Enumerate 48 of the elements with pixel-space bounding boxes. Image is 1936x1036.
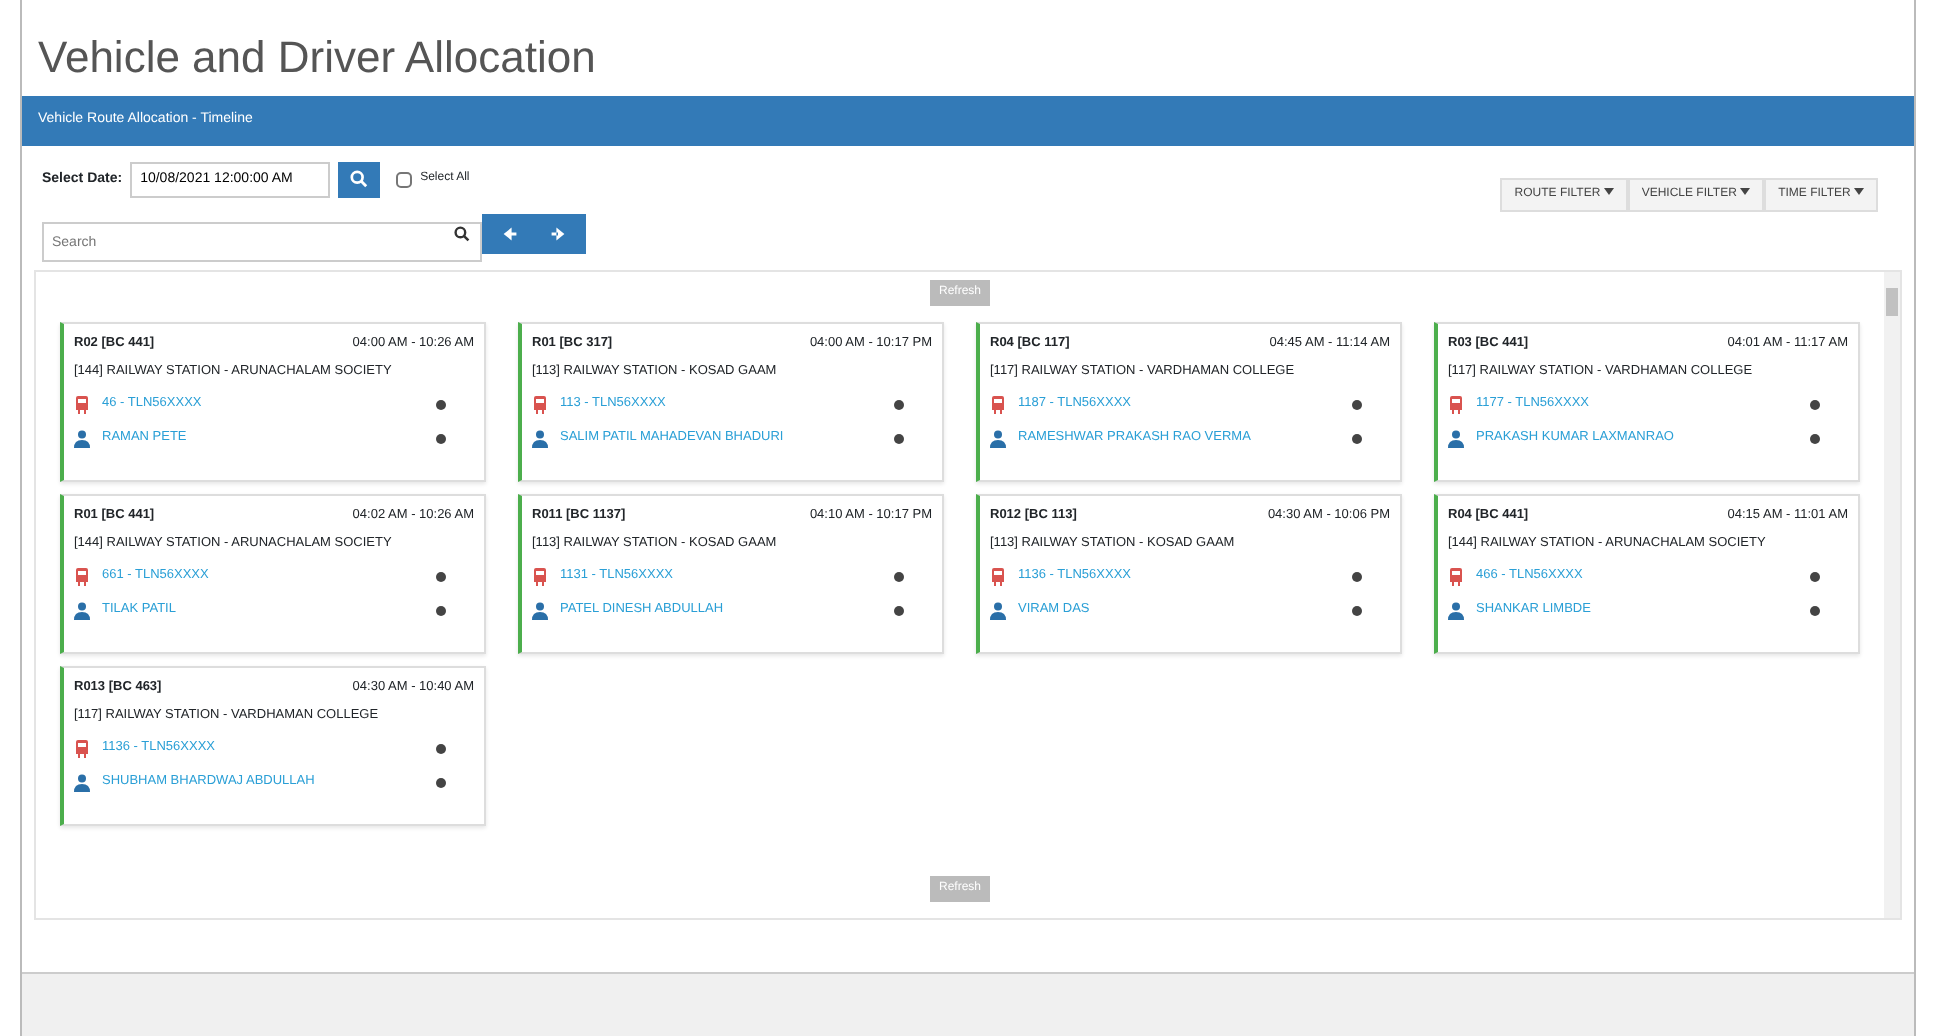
caret-icon (1740, 188, 1751, 197)
person-icon (1448, 429, 1464, 448)
bus-icon (1448, 395, 1464, 414)
remove-dot-icon[interactable] (1352, 433, 1362, 444)
person-icon (74, 601, 90, 620)
remove-dot-icon[interactable] (436, 433, 446, 444)
scrollbar[interactable] (1884, 271, 1900, 918)
bus-icon (74, 567, 90, 586)
remove-dot-icon[interactable] (1810, 433, 1820, 444)
remove-dot-icon[interactable] (1352, 571, 1362, 582)
arrow-right-icon[interactable] (550, 225, 566, 242)
person-icon (74, 773, 90, 792)
person-icon (74, 429, 90, 448)
search-button[interactable] (338, 161, 381, 198)
remove-dot-icon[interactable] (894, 433, 904, 444)
caret-icon (1854, 188, 1864, 197)
person-icon (990, 429, 1006, 448)
select-all-checkbox[interactable] (396, 171, 413, 188)
remove-dot-icon[interactable] (436, 743, 446, 754)
remove-dot-icon[interactable] (894, 399, 904, 410)
remove-dot-icon[interactable] (894, 571, 904, 582)
bus-icon (532, 395, 548, 414)
remove-dot-icon[interactable] (1810, 605, 1820, 616)
remove-dot-icon[interactable] (436, 605, 446, 616)
bus-icon (1448, 567, 1464, 586)
remove-dot-icon[interactable] (436, 777, 446, 788)
remove-dot-icon[interactable] (436, 399, 446, 410)
bus-icon (532, 567, 548, 586)
remove-dot-icon[interactable] (1352, 399, 1362, 410)
remove-dot-icon[interactable] (436, 571, 446, 582)
person-icon (990, 601, 1006, 620)
bus-icon (990, 395, 1006, 414)
remove-dot-icon[interactable] (1810, 571, 1820, 582)
search-icon (454, 225, 470, 242)
remove-dot-icon[interactable] (1352, 605, 1362, 616)
remove-dot-icon[interactable] (894, 605, 904, 616)
person-icon (1448, 601, 1464, 620)
caret-icon (1603, 188, 1614, 197)
page-title: Vehicle and Driver Allocation (36, 30, 598, 86)
scrollbar-thumb[interactable] (1886, 287, 1898, 316)
bus-icon (990, 567, 1006, 586)
bus-icon (74, 739, 90, 758)
bus-icon (74, 395, 90, 414)
remove-dot-icon[interactable] (1810, 399, 1820, 410)
person-icon (532, 601, 548, 620)
person-icon (532, 429, 548, 448)
search-icon (350, 170, 369, 189)
arrow-left-icon[interactable] (502, 225, 518, 242)
